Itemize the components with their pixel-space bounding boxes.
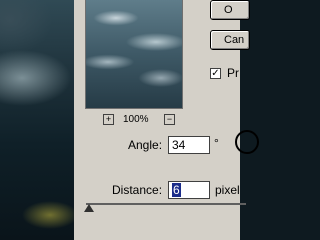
preview-checkbox[interactable]: ✓ [210, 68, 221, 79]
cancel-button[interactable]: Can [210, 30, 250, 50]
zoom-level: 100% [123, 114, 149, 125]
cancel-button-label: Can [224, 34, 245, 46]
angle-dial[interactable] [235, 130, 259, 154]
preview-checkbox-label: Pr [227, 66, 239, 80]
distance-value: 6 [172, 183, 181, 197]
zoom-out-button[interactable]: − [164, 114, 175, 125]
zoom-in-button[interactable]: + [103, 114, 114, 125]
angle-value: 34 [172, 138, 186, 152]
distance-slider-track[interactable] [86, 203, 246, 205]
distance-input[interactable]: 6 [168, 181, 210, 199]
distance-label: Distance: [112, 183, 163, 197]
angle-label: Angle: [128, 138, 163, 152]
ok-button[interactable]: O [210, 0, 250, 20]
angle-unit: ° [214, 136, 219, 150]
zoom-in-icon: + [105, 114, 112, 124]
ok-button-label: O [224, 4, 233, 16]
distance-unit: pixel [215, 183, 240, 197]
zoom-out-icon: − [166, 114, 173, 124]
distance-slider-thumb[interactable] [84, 204, 94, 212]
check-icon: ✓ [211, 68, 220, 79]
preview-image[interactable] [85, 0, 183, 109]
angle-input[interactable]: 34 [168, 136, 210, 154]
